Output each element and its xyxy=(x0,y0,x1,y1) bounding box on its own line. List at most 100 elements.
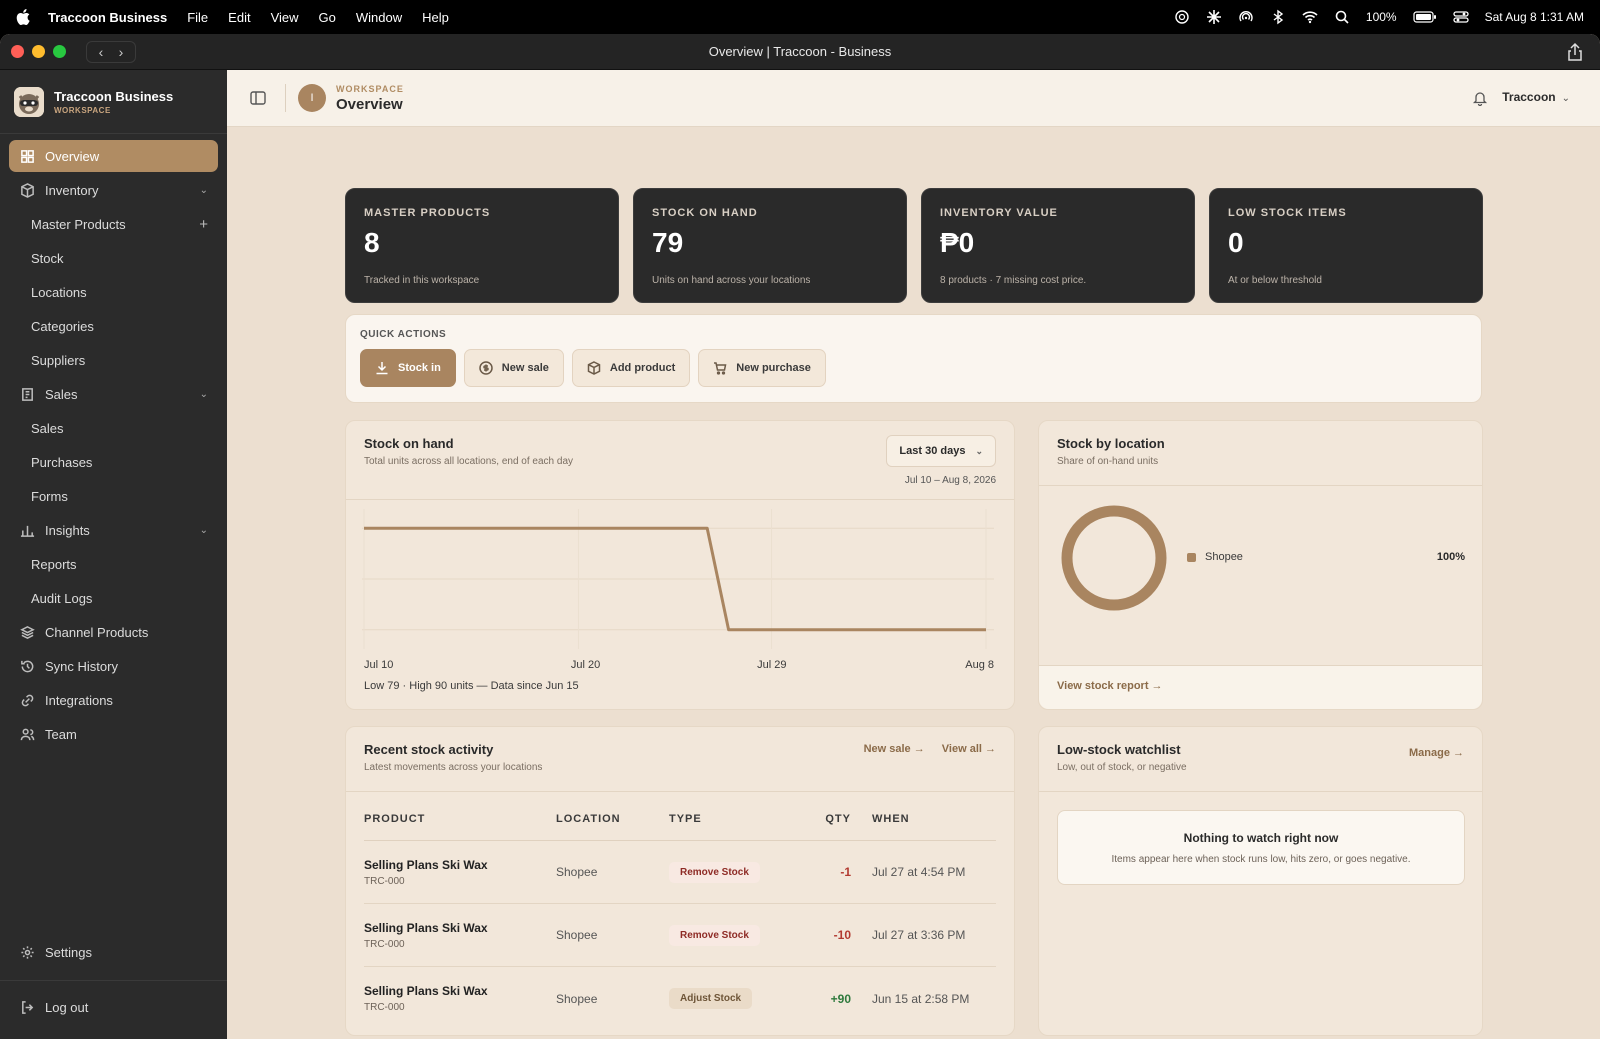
download-icon xyxy=(376,362,388,375)
add-master-product-icon[interactable]: + xyxy=(199,216,208,233)
apple-icon[interactable] xyxy=(16,9,30,25)
sidebar-item-categories[interactable]: Categories xyxy=(9,310,218,342)
sidebar-item-reports[interactable]: Reports xyxy=(9,548,218,580)
sidebar-item-overview[interactable]: Overview xyxy=(9,140,218,172)
x-tick-label: Jul 10 xyxy=(364,659,394,671)
control-center-icon[interactable] xyxy=(1452,9,1469,25)
manage-link[interactable]: Manage → xyxy=(1409,747,1464,759)
sidebar-item-label: Audit Logs xyxy=(31,590,93,606)
main-content: I WORKSPACE Overview Traccoon ⌄ MASTER PR… xyxy=(227,70,1600,1039)
sidebar-item-audit-logs[interactable]: Audit Logs xyxy=(9,582,218,614)
brand-header[interactable]: Traccoon Business WORKSPACE xyxy=(0,70,227,134)
window-controls xyxy=(11,45,66,58)
sidebar-item-sales[interactable]: Sales xyxy=(9,412,218,444)
stat-label: INVENTORY VALUE xyxy=(940,207,1058,219)
add-product-button[interactable]: Add product xyxy=(571,349,691,387)
panel-subtitle: Latest movements across your locations xyxy=(364,762,543,773)
sidebar-item-inventory[interactable]: Inventory ⌄ xyxy=(9,174,218,206)
user-menu[interactable]: Traccoon ⌄ xyxy=(1502,90,1570,104)
stat-desc: At or below threshold xyxy=(1228,275,1322,286)
qty-cell: -1 xyxy=(840,865,851,879)
sparkle-icon[interactable] xyxy=(1206,9,1222,25)
wifi-icon[interactable] xyxy=(1302,9,1318,25)
date-range-dates: Jul 10 – Aug 8, 2026 xyxy=(904,475,996,486)
logout-button[interactable]: Log out xyxy=(9,991,218,1023)
stat-card-master-products: MASTER PRODUCTS 8 Tracked in this worksp… xyxy=(345,188,619,303)
sidebar-item-purchases[interactable]: Purchases xyxy=(9,446,218,478)
new-purchase-button[interactable]: New purchase xyxy=(698,349,826,387)
stat-value: 8 xyxy=(364,227,380,258)
table-row[interactable]: Selling Plans Ski Wax TRC-000 Shopee Remo… xyxy=(364,904,996,967)
new-sale-button[interactable]: New sale xyxy=(463,349,564,387)
bell-icon[interactable] xyxy=(1472,90,1488,106)
table-row[interactable]: Selling Plans Ski Wax TRC-000 Shopee Remo… xyxy=(364,841,996,904)
menubar-clock[interactable]: Sat Aug 8 1:31 AM xyxy=(1485,10,1584,24)
openai-icon[interactable] xyxy=(1174,9,1190,25)
menu-view[interactable]: View xyxy=(271,10,299,25)
sidebar-toggle-icon[interactable] xyxy=(249,89,267,107)
chevron-down-icon[interactable]: ⌄ xyxy=(200,525,208,536)
menu-app-name[interactable]: Traccoon Business xyxy=(48,10,167,25)
stat-desc: Units on hand across your locations xyxy=(652,275,811,286)
sidebar-item-integrations[interactable]: Integrations xyxy=(9,684,218,716)
sidebar-item-forms[interactable]: Forms xyxy=(9,480,218,512)
logout-label: Log out xyxy=(45,999,89,1015)
sidebar-item-settings[interactable]: Settings xyxy=(9,936,218,968)
new-purchase-label: New purchase xyxy=(736,362,811,374)
menu-file[interactable]: File xyxy=(187,10,208,25)
airdrop-icon[interactable] xyxy=(1238,9,1254,25)
table-row[interactable]: Selling Plans Ski Wax TRC-000 Shopee Adju… xyxy=(364,967,996,1030)
menu-help[interactable]: Help xyxy=(422,10,449,25)
bluetooth-icon[interactable] xyxy=(1270,9,1286,25)
gear-icon xyxy=(19,944,35,960)
sidebar-item-channel-products[interactable]: Channel Products xyxy=(9,616,218,648)
sidebar-item-team[interactable]: Team xyxy=(9,718,218,750)
window-title: Overview | Traccoon - Business xyxy=(708,44,892,59)
sidebar-item-label: Integrations xyxy=(45,692,113,708)
sidebar-item-master-products[interactable]: Master Products + xyxy=(9,208,218,240)
chevron-down-icon[interactable]: ⌄ xyxy=(200,389,208,400)
share-icon[interactable] xyxy=(1566,42,1584,62)
low-stock-watchlist-panel: Low-stock watchlist Low, out of stock, o… xyxy=(1038,726,1483,1036)
sidebar-item-stock[interactable]: Stock xyxy=(9,242,218,274)
battery-icon[interactable] xyxy=(1412,9,1437,25)
sidebar-item-label: Categories xyxy=(31,318,94,334)
stat-card-inventory-value: INVENTORY VALUE ₱0 8 products · 7 missin… xyxy=(921,188,1195,303)
sidebar-item-sales-group[interactable]: Sales ⌄ xyxy=(9,378,218,410)
cart-icon xyxy=(714,362,727,375)
search-icon[interactable] xyxy=(1334,9,1350,25)
stock-in-button[interactable]: Stock in xyxy=(360,349,456,387)
type-badge: Remove Stock xyxy=(669,861,760,883)
donut-slice-shopee[interactable] xyxy=(1061,505,1167,611)
chevron-down-icon[interactable]: ⌄ xyxy=(200,185,208,196)
view-stock-report-link[interactable]: View stock report → xyxy=(1057,680,1163,692)
sidebar-item-locations[interactable]: Locations xyxy=(9,276,218,308)
stat-value: 0 xyxy=(1228,227,1244,258)
close-window-button[interactable] xyxy=(11,45,24,58)
date-range-select[interactable]: Last 30 days ⌄ xyxy=(886,435,996,467)
battery-percent: 100% xyxy=(1365,10,1397,24)
users-icon xyxy=(19,726,35,742)
chevron-down-icon: ⌄ xyxy=(975,445,983,456)
menu-go[interactable]: Go xyxy=(319,10,336,25)
new-sale-link[interactable]: New sale → xyxy=(864,743,925,755)
sidebar-item-suppliers[interactable]: Suppliers xyxy=(9,344,218,376)
sidebar-item-sync-history[interactable]: Sync History xyxy=(9,650,218,682)
back-arrow-icon[interactable]: ‹ xyxy=(93,44,109,60)
layers-icon xyxy=(19,624,35,640)
when-cell: Jul 27 at 4:54 PM xyxy=(872,865,966,879)
forward-arrow-icon[interactable]: › xyxy=(113,44,129,60)
menu-window[interactable]: Window xyxy=(356,10,402,25)
stock-by-location-panel: Stock by location Share of on-hand units… xyxy=(1038,420,1483,710)
zoom-window-button[interactable] xyxy=(53,45,66,58)
type-badge: Remove Stock xyxy=(669,924,760,946)
sidebar-item-insights[interactable]: Insights ⌄ xyxy=(9,514,218,546)
sidebar-item-label: Reports xyxy=(31,556,77,572)
view-all-link[interactable]: View all → xyxy=(942,743,996,755)
chart-note: Low 79 · High 90 units — Data since Jun … xyxy=(364,680,579,692)
package-icon xyxy=(587,361,601,375)
column-header-location: LOCATION xyxy=(556,813,621,825)
menu-edit[interactable]: Edit xyxy=(228,10,250,25)
workspace-avatar[interactable]: I xyxy=(298,84,326,112)
minimize-window-button[interactable] xyxy=(32,45,45,58)
